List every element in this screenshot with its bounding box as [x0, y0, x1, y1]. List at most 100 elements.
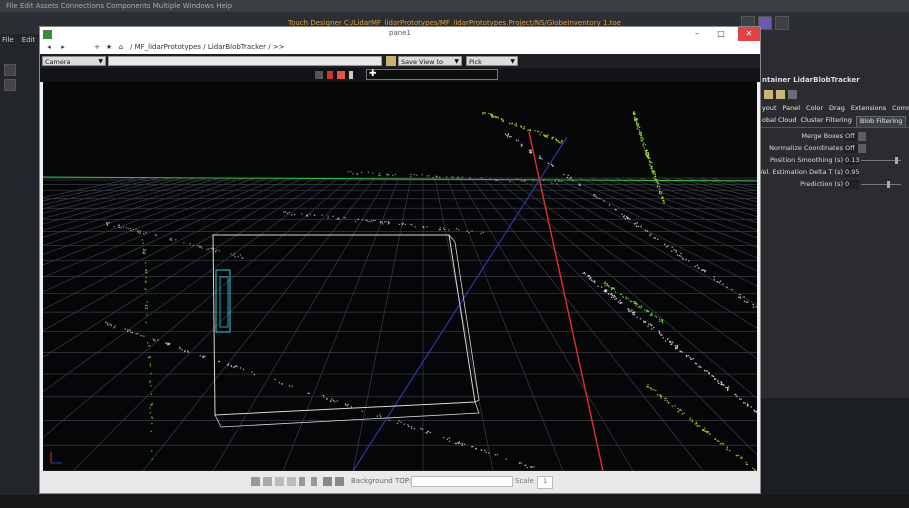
param-normalize-coordinates: Normalize Coordinates Off [760, 144, 909, 155]
merge-boxes-toggle[interactable]: Off [844, 132, 859, 141]
transform-icon[interactable] [337, 71, 345, 79]
camera-path-field[interactable] [108, 56, 382, 66]
param-label: Vel. Estimation Delta T (s) [758, 168, 843, 176]
wire-icon[interactable] [311, 477, 317, 486]
close-button[interactable]: ✕ [738, 27, 760, 41]
pick-mode-select[interactable]: Pick ▼ [466, 56, 518, 66]
normalize-coordinates-toggle[interactable]: Off [844, 144, 859, 153]
lidar-point [480, 232, 482, 235]
folder-icon[interactable] [776, 90, 785, 99]
lidar-point [550, 163, 553, 166]
bounding-region-box [212, 234, 476, 416]
background-icon[interactable] [335, 477, 344, 486]
lidar-point [611, 289, 613, 291]
home-icon[interactable] [251, 477, 260, 486]
light-icon[interactable] [287, 477, 296, 486]
frame-icon[interactable] [263, 477, 272, 486]
save-view-select[interactable]: Save View to ▼ [398, 56, 462, 66]
lidar-point [135, 228, 137, 230]
options-icon[interactable] [323, 477, 332, 486]
camera-icon[interactable] [275, 477, 284, 486]
back-icon[interactable]: ◂ [44, 41, 54, 54]
host-tool-icon[interactable] [4, 64, 16, 76]
lidar-point [652, 173, 654, 175]
lidar-point [658, 320, 660, 322]
lidar-point [722, 283, 724, 285]
tab-comm[interactable]: Comm [892, 104, 909, 115]
lidar-point [448, 437, 450, 439]
lidar-point [672, 341, 674, 343]
position-smoothing-field[interactable]: 0.13 [844, 156, 859, 165]
lidar-point [708, 373, 710, 375]
lidar-point [736, 455, 738, 457]
lidar-point [538, 131, 540, 133]
tab-cluster-filtering[interactable]: Cluster Filtering [801, 116, 852, 127]
background-top-field[interactable] [411, 476, 513, 487]
display-icon[interactable] [299, 477, 305, 486]
lidar-point [662, 198, 664, 200]
display-mode-icon[interactable] [315, 71, 323, 79]
grid-line [650, 177, 757, 207]
minimize-button[interactable]: – [686, 27, 708, 41]
tab-extensions[interactable]: Extensions [851, 104, 886, 115]
lidar-point [632, 301, 635, 303]
tab-layout[interactable]: yout [762, 104, 777, 115]
tab-blob-filtering[interactable]: Blob Filtering [855, 116, 907, 127]
star-icon[interactable]: ★ [104, 41, 114, 54]
prediction-field[interactable]: 0 [844, 180, 859, 189]
toggle-handle[interactable] [858, 132, 866, 141]
lidar-point [385, 221, 387, 223]
lidar-point [670, 343, 672, 346]
lock-icon[interactable] [764, 90, 773, 99]
prediction-slider[interactable] [861, 184, 901, 185]
lidar-point [536, 130, 539, 132]
add-icon[interactable]: + [92, 41, 102, 54]
lidar-point [524, 464, 526, 466]
breadcrumb[interactable]: / MF_lidarPrototypes / LidarBlobTracker … [130, 41, 285, 54]
toggle-handle[interactable] [858, 144, 866, 153]
tab-color[interactable]: Color [806, 104, 823, 115]
lidar-point [639, 318, 641, 320]
host-close-button[interactable] [775, 16, 789, 30]
tab-global-cloud[interactable]: obal Cloud [762, 116, 797, 127]
lidar-point [700, 366, 702, 369]
lidar-point [603, 200, 605, 202]
blob-box[interactable] [215, 269, 231, 333]
command-field[interactable]: ✚ [366, 69, 498, 80]
lidar-point [671, 250, 673, 252]
home-icon[interactable]: ⌂ [116, 41, 126, 54]
forward-icon[interactable]: ▸ [58, 41, 68, 54]
lidar-point [517, 140, 519, 142]
lidar-point [356, 173, 358, 176]
scale-field[interactable]: 1 [537, 476, 553, 489]
3d-viewport[interactable] [43, 82, 757, 471]
host-tool-icon[interactable] [4, 79, 16, 91]
maximize-button[interactable]: □ [710, 27, 732, 41]
lidar-point [635, 225, 638, 228]
select-icon[interactable] [327, 71, 333, 79]
lidar-point [621, 302, 623, 304]
lidar-point [656, 181, 659, 183]
draw-icon[interactable] [349, 71, 353, 79]
viewer-titlebar[interactable]: pane1 – □ ✕ [40, 27, 760, 41]
tab-panel[interactable]: Panel [783, 104, 801, 115]
host-tab-edit[interactable]: Edit [22, 36, 36, 48]
camera-select[interactable]: Camera ▼ [42, 56, 106, 66]
lidar-point [350, 171, 352, 173]
slider-handle[interactable] [894, 157, 898, 164]
tab-drag[interactable]: Drag [829, 104, 845, 115]
grid-line [434, 177, 494, 471]
lidar-point [661, 196, 663, 198]
save-view-icon[interactable] [386, 56, 396, 66]
info-icon[interactable] [788, 90, 797, 99]
lidar-point [690, 358, 692, 360]
lidar-point [438, 229, 440, 231]
lidar-point [426, 432, 428, 434]
slider-handle[interactable] [887, 181, 890, 188]
host-tab-file[interactable]: File [2, 36, 14, 48]
lidar-point [288, 385, 290, 387]
velocity-delta-field[interactable]: 0.95 [844, 168, 859, 177]
lidar-point [643, 320, 645, 322]
viewport-canvas[interactable] [43, 82, 757, 471]
lidar-point [640, 136, 643, 138]
